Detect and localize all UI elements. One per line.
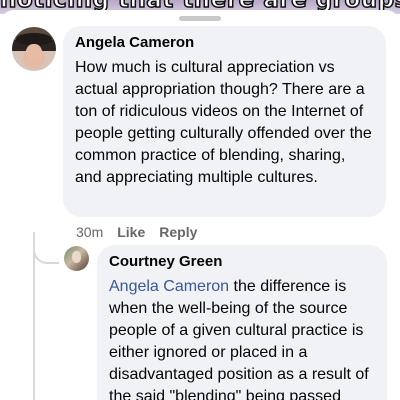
reply-avatar-face-shape (72, 251, 81, 263)
reply-button[interactable]: Reply (159, 223, 197, 241)
commenter-avatar[interactable] (12, 27, 56, 71)
reply-author-name[interactable]: Courtney Green (109, 253, 377, 271)
comment-bubble[interactable]: Angela Cameron How much is cultural appr… (63, 26, 386, 217)
reply-text: the difference is when the well-being of… (109, 278, 369, 400)
reply-mention-link[interactable]: Angela Cameron (109, 278, 229, 295)
comments-screen: noticing that there are groups Angela Ca… (0, 0, 400, 400)
comment-timestamp[interactable]: 30m (76, 223, 103, 241)
reply-bubble[interactable]: Courtney Green Angela Cameron the differ… (97, 245, 387, 400)
comment-text: How much is cultural appreciation vs act… (75, 59, 372, 186)
sheet-grabber-handle[interactable] (179, 16, 221, 21)
thread-branch-line (33, 232, 59, 264)
comment-author-name[interactable]: Angela Cameron (75, 34, 376, 52)
avatar-face-shape (26, 44, 42, 62)
reply-text-block: Angela Cameron the difference is when th… (109, 276, 377, 400)
reply-avatar[interactable] (64, 246, 89, 271)
like-button[interactable]: Like (117, 223, 145, 241)
comment-actions: 30m Like Reply (76, 223, 197, 241)
